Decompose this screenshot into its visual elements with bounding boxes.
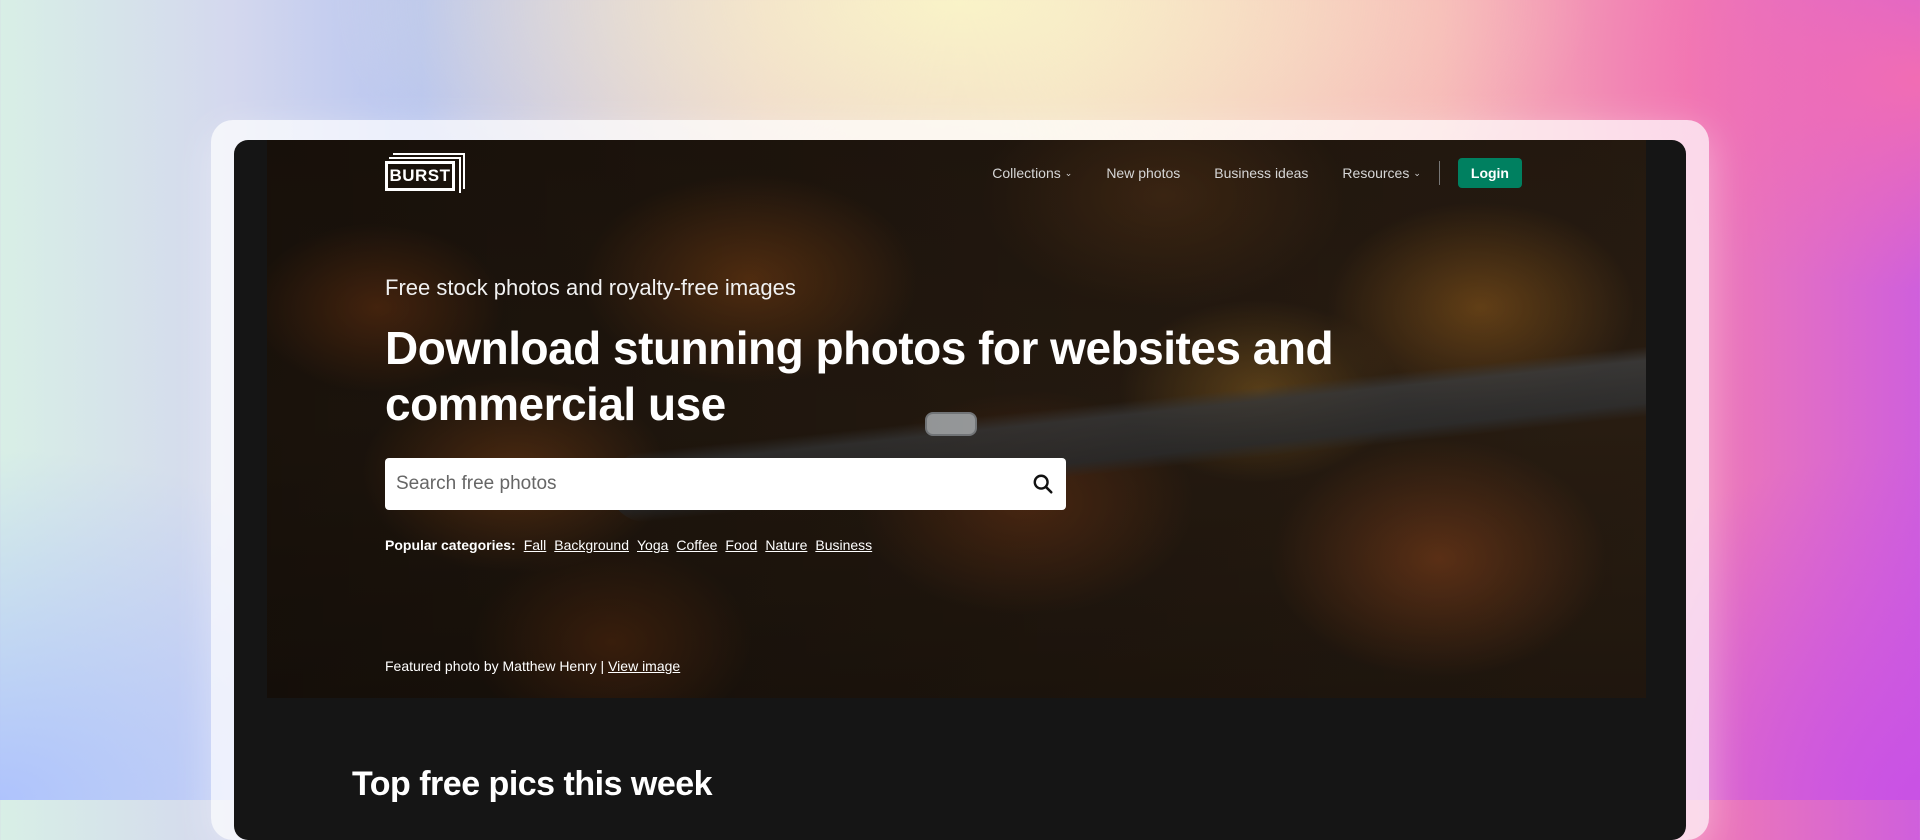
- nav-item-business-ideas[interactable]: Business ideas: [1214, 165, 1308, 181]
- search-input[interactable]: [385, 472, 1020, 496]
- photo-credit: Featured photo by Matthew Henry | View i…: [385, 658, 680, 674]
- category-link-food[interactable]: Food: [725, 537, 757, 553]
- nav-item-collections[interactable]: Collections ⌄: [992, 165, 1072, 181]
- nav-item-new-photos[interactable]: New photos: [1106, 165, 1180, 181]
- category-link-yoga[interactable]: Yoga: [637, 537, 668, 553]
- hero-subtitle: Free stock photos and royalty-free image…: [385, 275, 796, 300]
- popular-categories: Popular categories: Fall Background Yoga…: [385, 537, 880, 553]
- nav-divider: [1438, 161, 1440, 185]
- top-pics-heading: Top free pics this week: [352, 765, 713, 803]
- login-button[interactable]: Login: [1457, 158, 1522, 188]
- nav-item-label: Business ideas: [1214, 165, 1309, 181]
- search-bar: [385, 458, 1066, 510]
- hero-section: BURST Collections ⌄ New photos Business …: [267, 140, 1646, 698]
- popular-categories-label: Popular categories:: [385, 537, 516, 553]
- chevron-down-icon: ⌄: [1413, 167, 1421, 178]
- category-link-business[interactable]: Business: [815, 537, 872, 553]
- search-icon: [1033, 474, 1053, 494]
- top-navigation: Collections ⌄ New photos Business ideas …: [958, 158, 1522, 188]
- category-link-coffee[interactable]: Coffee: [676, 537, 717, 553]
- nav-item-label: Collections: [992, 165, 1061, 181]
- browser-screen: BURST Collections ⌄ New photos Business …: [234, 140, 1686, 840]
- nav-item-label: Resources: [1342, 165, 1410, 181]
- hero-headline: Download stunning photos for websites an…: [385, 322, 1334, 430]
- view-image-link[interactable]: View image: [608, 658, 680, 674]
- category-link-nature[interactable]: Nature: [765, 537, 807, 553]
- nav-item-resources[interactable]: Resources ⌄: [1342, 165, 1420, 181]
- search-button[interactable]: [1020, 458, 1066, 510]
- nav-item-label: New photos: [1106, 165, 1181, 181]
- category-link-fall[interactable]: Fall: [524, 537, 547, 553]
- category-link-background[interactable]: Background: [554, 537, 629, 553]
- burst-logo[interactable]: BURST: [385, 153, 465, 193]
- logo-wordmark: BURST: [385, 161, 455, 191]
- photo-credit-text: Featured photo by Matthew Henry |: [385, 658, 605, 674]
- chevron-down-icon: ⌄: [1064, 167, 1073, 178]
